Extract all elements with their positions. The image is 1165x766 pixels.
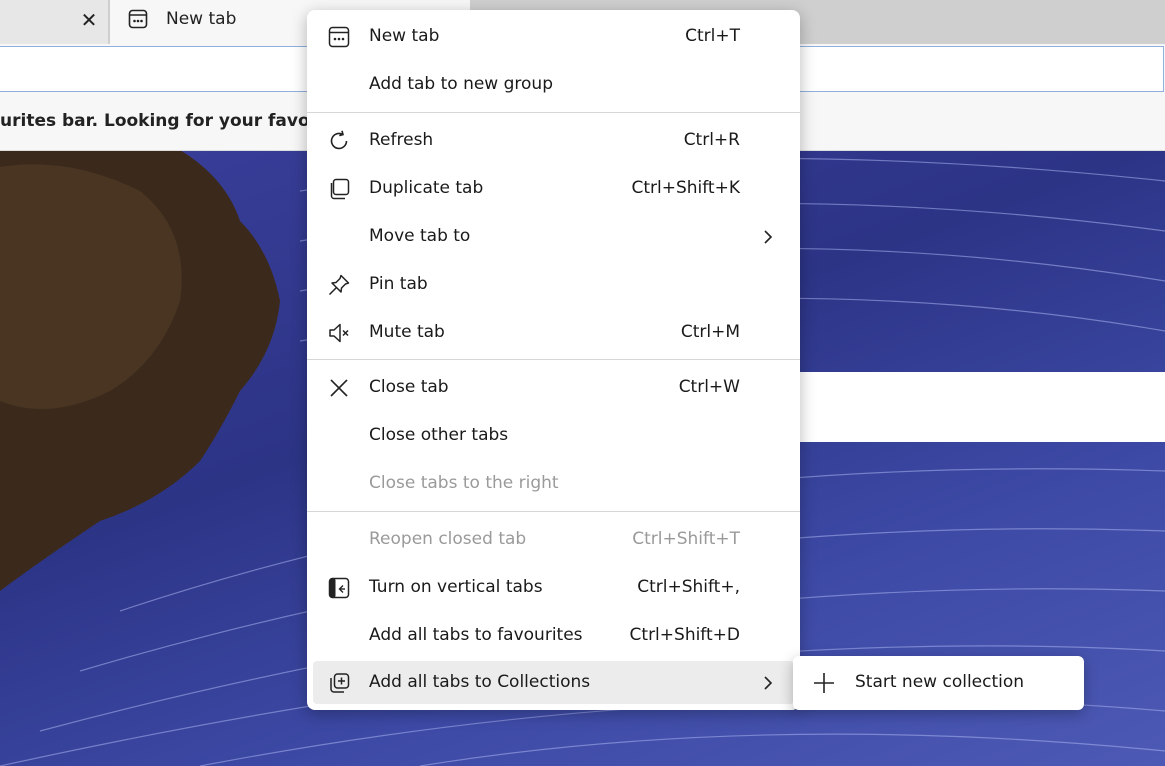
- mute-icon: [328, 322, 350, 344]
- tab-previous[interactable]: ✕: [0, 0, 108, 44]
- menu-item-shortcut: Ctrl+Shift+T: [632, 529, 740, 549]
- menu-item-label: Mute tab: [369, 322, 445, 342]
- submenu-item-start-new-collection[interactable]: Start new collection: [793, 656, 1084, 710]
- new-tab-favicon-icon: [128, 9, 148, 29]
- duplicate-icon: [328, 178, 350, 200]
- vertical-tabs-icon: [328, 577, 350, 599]
- chevron-right-icon: [762, 675, 774, 691]
- menu-item-refresh[interactable]: Refresh Ctrl+R: [307, 117, 800, 165]
- menu-item-close-other-tabs[interactable]: Close other tabs: [307, 412, 800, 460]
- menu-item-reopen-closed-tab: Reopen closed tab Ctrl+Shift+T: [307, 516, 800, 564]
- menu-item-label: Reopen closed tab: [369, 529, 527, 549]
- menu-item-turn-on-vertical-tabs[interactable]: Turn on vertical tabs Ctrl+Shift+,: [307, 564, 800, 612]
- menu-item-shortcut: Ctrl+R: [683, 130, 740, 150]
- menu-item-add-all-tabs-to-collections[interactable]: Add all tabs to Collections: [313, 661, 794, 704]
- tab-title: New tab: [166, 9, 237, 29]
- plus-icon: [813, 672, 835, 694]
- submenu-item-label: Start new collection: [855, 672, 1025, 692]
- menu-item-label: Close tab: [369, 377, 449, 397]
- page-white-band: [800, 372, 1165, 442]
- menu-item-shortcut: Ctrl+M: [680, 322, 740, 342]
- menu-item-shortcut: Ctrl+W: [678, 377, 740, 397]
- menu-item-pin-tab[interactable]: Pin tab: [307, 261, 800, 309]
- menu-separator: [307, 112, 800, 113]
- tab-close-icon[interactable]: ✕: [78, 9, 100, 31]
- menu-separator: [307, 359, 800, 360]
- chevron-right-icon: [762, 229, 774, 245]
- menu-item-new-tab[interactable]: New tab Ctrl+T: [307, 13, 800, 61]
- collections-icon: [328, 672, 350, 694]
- pin-icon: [328, 274, 350, 296]
- menu-item-add-all-tabs-to-favourites[interactable]: Add all tabs to favourites Ctrl+Shift+D: [307, 612, 800, 660]
- menu-item-shortcut: Ctrl+Shift+K: [631, 178, 740, 198]
- menu-item-shortcut: Ctrl+Shift+,: [637, 577, 740, 597]
- menu-item-label: Turn on vertical tabs: [369, 577, 543, 597]
- collections-submenu: Start new collection: [793, 656, 1084, 710]
- menu-item-label: Add all tabs to favourites: [369, 625, 583, 645]
- menu-item-duplicate-tab[interactable]: Duplicate tab Ctrl+Shift+K: [307, 165, 800, 213]
- new-tab-icon: [328, 26, 350, 48]
- menu-item-label: Duplicate tab: [369, 178, 484, 198]
- menu-item-close-tab[interactable]: Close tab Ctrl+W: [307, 364, 800, 412]
- menu-item-label: Add tab to new group: [369, 74, 553, 94]
- menu-item-shortcut: Ctrl+Shift+D: [629, 625, 740, 645]
- rock-image: [0, 151, 280, 591]
- menu-item-label: Add all tabs to Collections: [369, 672, 591, 692]
- menu-item-label: New tab: [369, 26, 440, 46]
- menu-item-add-tab-to-new-group[interactable]: Add tab to new group: [307, 61, 800, 109]
- menu-item-label: Close tabs to the right: [369, 473, 559, 493]
- menu-item-label: Move tab to: [369, 226, 471, 246]
- menu-item-mute-tab[interactable]: Mute tab Ctrl+M: [307, 309, 800, 357]
- menu-separator: [307, 511, 800, 512]
- menu-item-move-tab-to[interactable]: Move tab to: [307, 213, 800, 261]
- menu-item-shortcut: Ctrl+T: [685, 26, 740, 46]
- close-icon: [328, 377, 350, 399]
- tab-context-menu: New tab Ctrl+T Add tab to new group Refr…: [307, 10, 800, 710]
- menu-item-label: Pin tab: [369, 274, 428, 294]
- menu-item-label: Refresh: [369, 130, 434, 150]
- menu-item-label: Close other tabs: [369, 425, 509, 445]
- refresh-icon: [328, 130, 350, 152]
- menu-item-close-tabs-to-the-right: Close tabs to the right: [307, 460, 800, 508]
